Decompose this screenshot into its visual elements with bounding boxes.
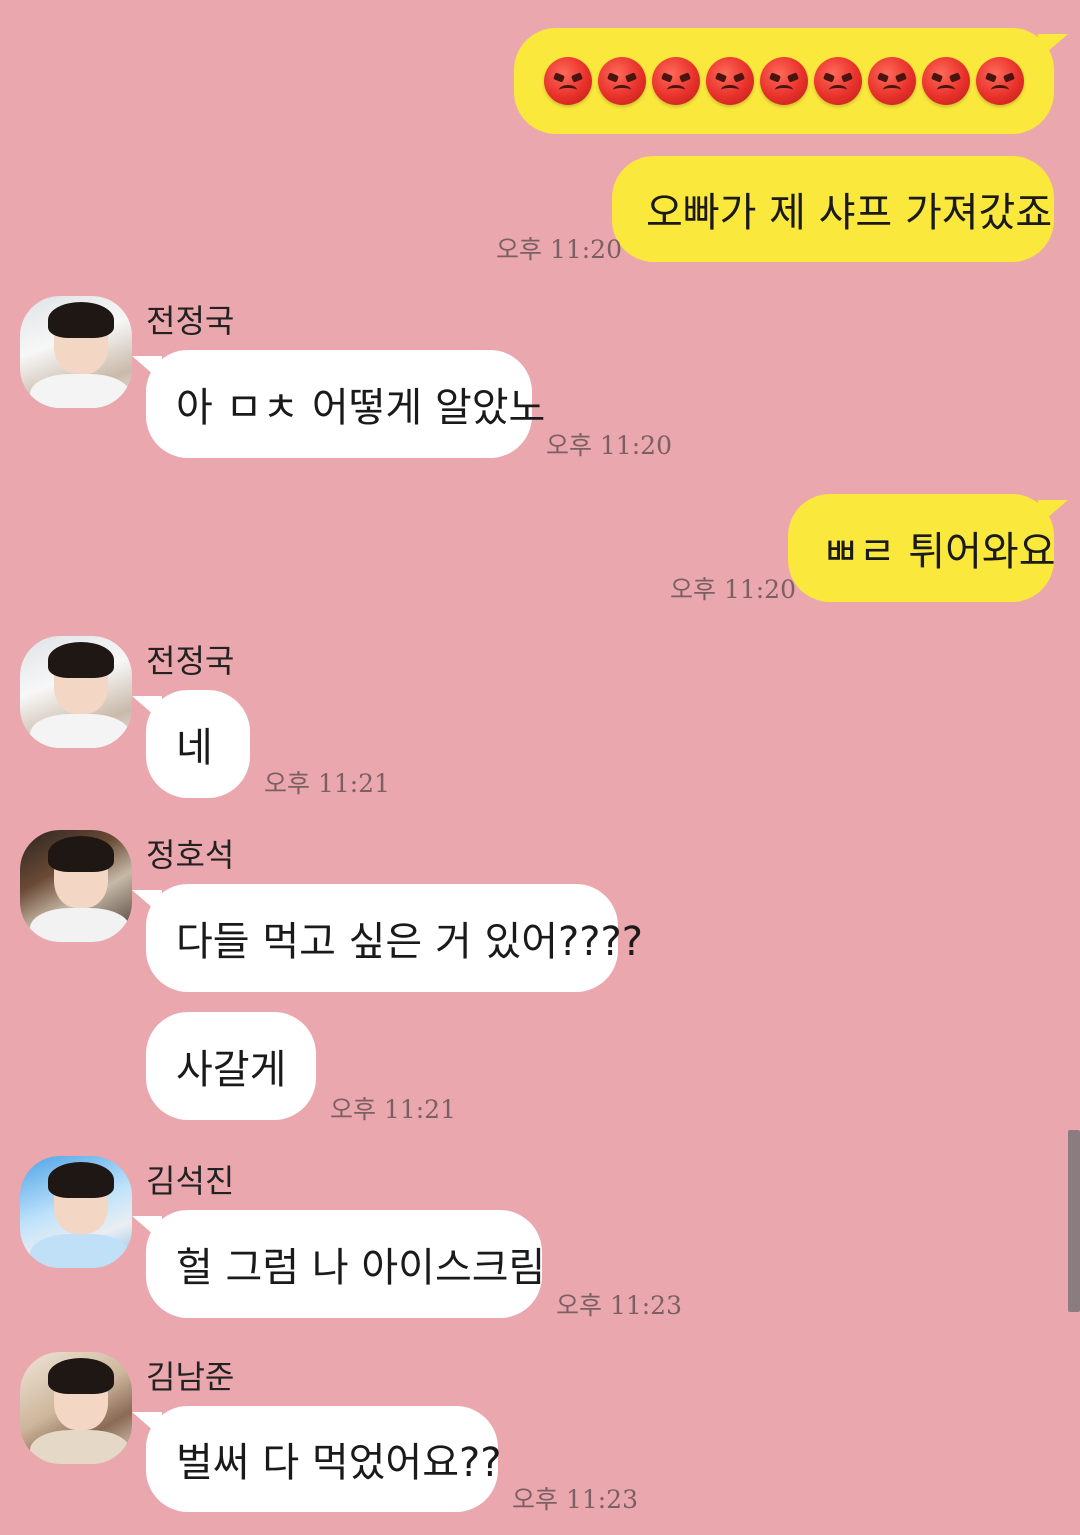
message-timestamp: 오후 11:21	[264, 769, 390, 798]
avatar[interactable]	[20, 1352, 132, 1464]
message-text: 헐 그럼 나 아이스크림	[176, 1245, 546, 1291]
angry-face-icon	[598, 57, 646, 105]
message-text: 네	[176, 725, 213, 771]
message-text: ㅃㄹ 튀어와요	[822, 529, 1056, 575]
sender-name: 정호석	[146, 836, 235, 874]
angry-face-icon	[544, 57, 592, 105]
message-text: 다들 먹고 싶은 거 있어????	[176, 919, 643, 965]
my-message-bubble[interactable]: 오빠가 제 샤프 가져갔죠	[612, 156, 1054, 262]
avatar[interactable]	[20, 1156, 132, 1268]
angry-emoji-row	[544, 57, 1024, 105]
message-text: 사갈게	[176, 1047, 287, 1093]
message-timestamp: 오후 11:20	[496, 235, 622, 264]
sender-name: 김석진	[146, 1162, 235, 1200]
their-message-bubble[interactable]: 아 ㅁㅊ 어떻게 알았노	[132, 350, 545, 458]
their-message-bubble[interactable]: 네	[132, 690, 250, 798]
their-message-bubble[interactable]: 벌써 다 먹었어요??	[132, 1406, 502, 1512]
angry-face-icon	[652, 57, 700, 105]
sender-name: 김남준	[146, 1358, 235, 1396]
message-timestamp: 오후 11:20	[546, 431, 672, 460]
message-timestamp: 오후 11:23	[556, 1291, 682, 1320]
message-text: 오빠가 제 샤프 가져갔죠	[646, 190, 1053, 236]
message-text: 벌써 다 먹었어요??	[176, 1440, 502, 1486]
avatar[interactable]	[20, 296, 132, 408]
angry-face-icon	[706, 57, 754, 105]
avatar[interactable]	[20, 636, 132, 748]
my-message-bubble[interactable]: ㅃㄹ 튀어와요	[788, 494, 1068, 602]
avatar[interactable]	[20, 830, 132, 942]
angry-face-icon	[814, 57, 862, 105]
angry-face-icon	[976, 57, 1024, 105]
their-message-bubble[interactable]: 헐 그럼 나 아이스크림	[132, 1210, 546, 1318]
my-message-bubble-emoji[interactable]	[514, 28, 1068, 134]
scrollbar[interactable]	[1068, 1130, 1080, 1312]
message-timestamp: 오후 11:21	[330, 1095, 456, 1124]
angry-face-icon	[922, 57, 970, 105]
angry-face-icon	[760, 57, 808, 105]
sender-name: 전정국	[146, 642, 235, 680]
angry-face-icon	[868, 57, 916, 105]
message-timestamp: 오후 11:20	[670, 575, 796, 604]
message-text: 아 ㅁㅊ 어떻게 알았노	[176, 385, 546, 431]
sender-name: 전정국	[146, 302, 235, 340]
message-timestamp: 오후 11:23	[512, 1485, 638, 1514]
their-message-bubble[interactable]: 사갈게	[146, 1012, 316, 1120]
their-message-bubble[interactable]: 다들 먹고 싶은 거 있어????	[132, 884, 643, 992]
